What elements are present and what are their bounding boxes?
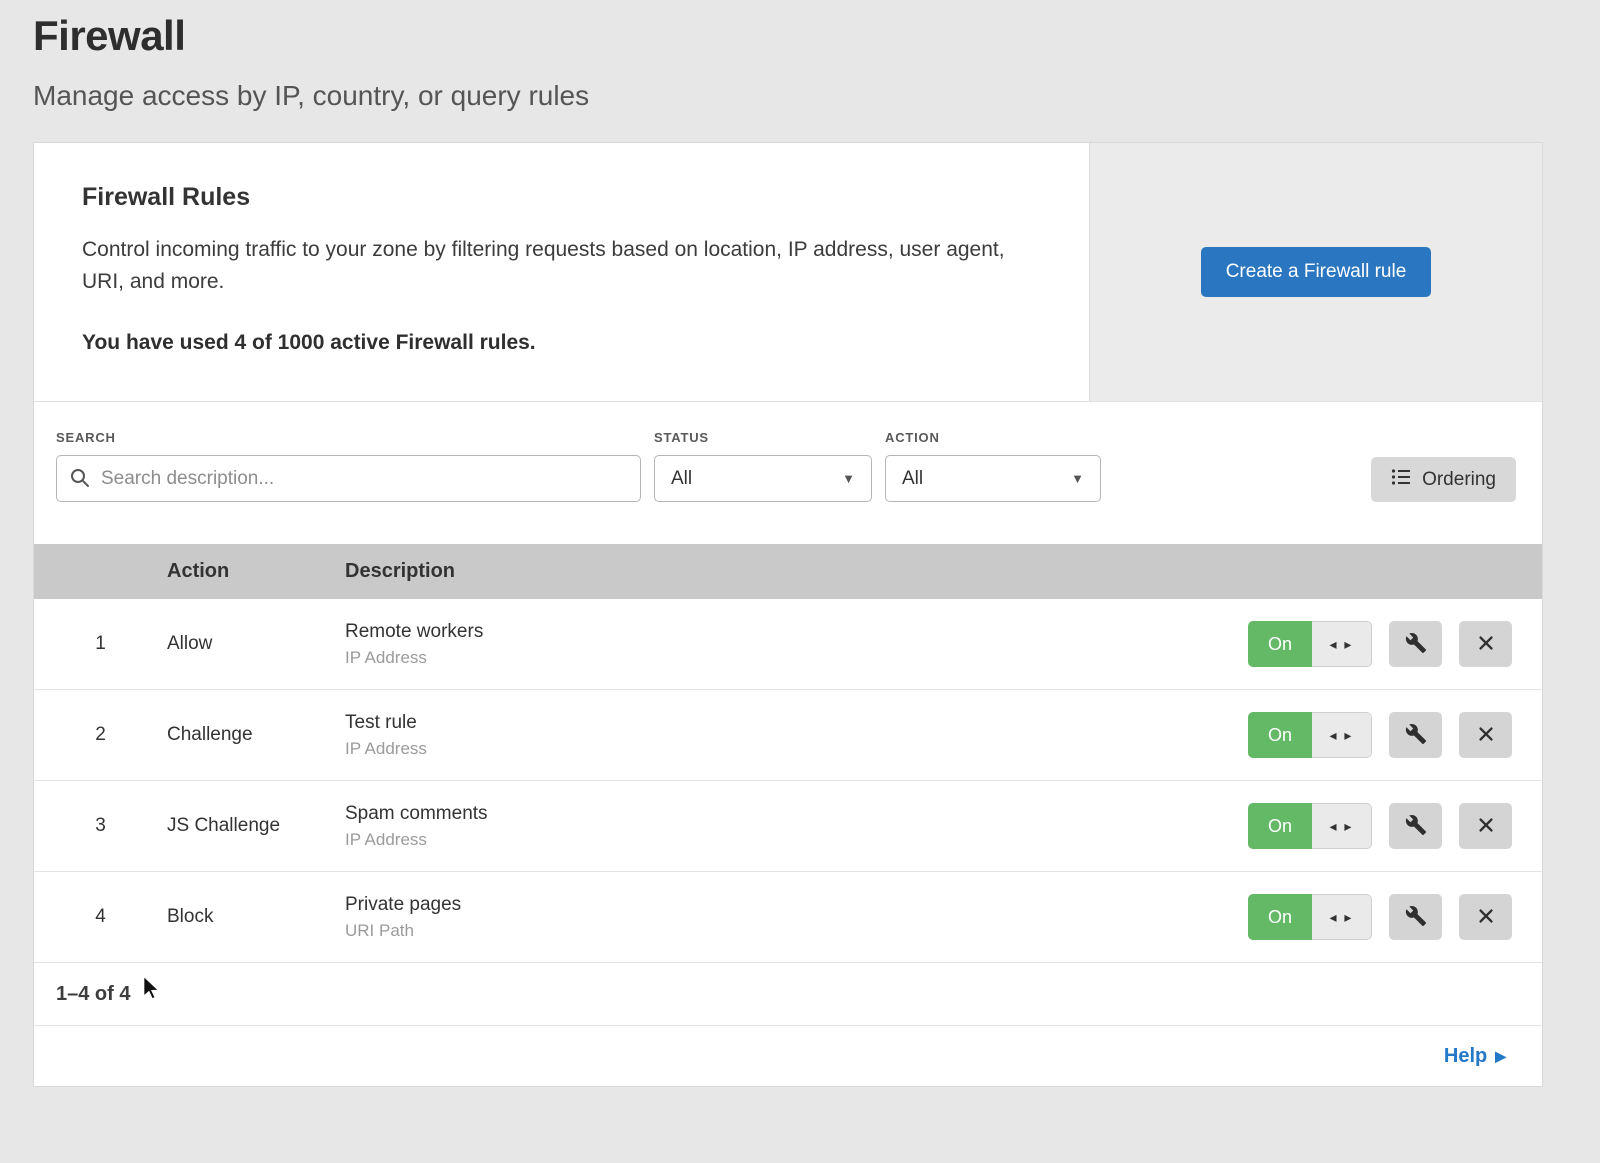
rule-action: JS Challenge [167, 815, 345, 837]
action-field: ACTION All ▼ [885, 430, 1101, 502]
reorder-handle[interactable]: ◂ ▸ [1312, 621, 1372, 667]
rule-description-cell: Test rule IP Address [345, 712, 1212, 759]
reorder-arrows-icon: ◂ ▸ [1330, 818, 1354, 835]
ordering-button[interactable]: Ordering [1371, 457, 1516, 502]
rule-description: Remote workers [345, 621, 1212, 643]
rule-controls: On ◂ ▸ [1212, 894, 1542, 940]
help-link[interactable]: Help ▶ [1444, 1045, 1506, 1068]
rule-match-field: IP Address [345, 830, 1212, 850]
rule-priority: 3 [34, 815, 167, 837]
rule-description-cell: Remote workers IP Address [345, 621, 1212, 668]
close-icon [1476, 724, 1496, 747]
rule-controls: On ◂ ▸ [1212, 803, 1542, 849]
rule-match-field: URI Path [345, 921, 1212, 941]
rule-description-cell: Spam comments IP Address [345, 803, 1212, 850]
table-header: Action Description [34, 544, 1542, 599]
rule-enabled-toggle[interactable]: On [1248, 621, 1312, 667]
card-description: Control incoming traffic to your zone by… [82, 234, 1039, 297]
delete-rule-button[interactable] [1459, 803, 1512, 849]
delete-rule-button[interactable] [1459, 712, 1512, 758]
status-select[interactable]: All ▼ [654, 455, 872, 502]
rule-priority: 1 [34, 633, 167, 655]
action-select[interactable]: All ▼ [885, 455, 1101, 502]
rule-priority: 4 [34, 906, 167, 928]
ordering-button-label: Ordering [1422, 469, 1496, 491]
delete-rule-button[interactable] [1459, 621, 1512, 667]
rule-toggle-group: On ◂ ▸ [1248, 712, 1372, 758]
reorder-arrows-icon: ◂ ▸ [1330, 636, 1354, 653]
rule-controls: On ◂ ▸ [1212, 712, 1542, 758]
description-column-header: Description [345, 560, 1212, 583]
firewall-page: Firewall Manage access by IP, country, o… [0, 0, 1600, 1163]
table-row: 2 Challenge Test rule IP Address On ◂ ▸ [34, 690, 1542, 781]
edit-rule-button[interactable] [1389, 894, 1442, 940]
card-title: Firewall Rules [82, 183, 1039, 212]
rule-enabled-toggle[interactable]: On [1248, 803, 1312, 849]
delete-rule-button[interactable] [1459, 894, 1512, 940]
create-rule-section: Create a Firewall rule [1089, 143, 1542, 401]
rule-action: Challenge [167, 724, 345, 746]
list-icon [1391, 467, 1411, 493]
search-label: SEARCH [56, 430, 641, 445]
wrench-icon [1405, 632, 1427, 657]
search-icon [69, 467, 91, 494]
rule-description: Private pages [345, 894, 1212, 916]
reorder-handle[interactable]: ◂ ▸ [1312, 803, 1372, 849]
create-firewall-rule-button[interactable]: Create a Firewall rule [1201, 247, 1432, 297]
page-title: Firewall [33, 12, 1600, 60]
table-row: 4 Block Private pages URI Path On ◂ ▸ [34, 872, 1542, 963]
rules-summary-section: Firewall Rules Control incoming traffic … [34, 143, 1542, 402]
help-row: Help ▶ [34, 1026, 1542, 1086]
rule-match-field: IP Address [345, 648, 1212, 668]
reorder-arrows-icon: ◂ ▸ [1330, 909, 1354, 926]
action-column-header: Action [167, 560, 345, 583]
table-row: 3 JS Challenge Spam comments IP Address … [34, 781, 1542, 872]
rule-controls: On ◂ ▸ [1212, 621, 1542, 667]
table-row: 1 Allow Remote workers IP Address On ◂ ▸ [34, 599, 1542, 690]
reorder-handle[interactable]: ◂ ▸ [1312, 894, 1372, 940]
rule-toggle-group: On ◂ ▸ [1248, 621, 1372, 667]
search-input[interactable] [56, 455, 641, 502]
rule-action: Block [167, 906, 345, 928]
page-subtitle: Manage access by IP, country, or query r… [33, 80, 1600, 112]
wrench-icon [1405, 723, 1427, 748]
edit-rule-button[interactable] [1389, 803, 1442, 849]
close-icon [1476, 906, 1496, 929]
edit-rule-button[interactable] [1389, 712, 1442, 758]
status-selected-value: All [671, 468, 692, 490]
status-field: STATUS All ▼ [654, 430, 872, 502]
firewall-rules-panel: Firewall Rules Control incoming traffic … [33, 142, 1543, 1087]
close-icon [1476, 815, 1496, 838]
page-header: Firewall Manage access by IP, country, o… [0, 0, 1600, 112]
action-selected-value: All [902, 468, 923, 490]
arrow-right-icon: ▶ [1495, 1048, 1506, 1065]
filters-bar: SEARCH STATUS All ▼ ACTION All [34, 402, 1542, 544]
rules-usage-count: You have used 4 of 1000 active Firewall … [82, 331, 1039, 355]
rule-description: Test rule [345, 712, 1212, 734]
help-link-label: Help [1444, 1045, 1487, 1068]
wrench-icon [1405, 905, 1427, 930]
close-icon [1476, 633, 1496, 656]
chevron-down-icon: ▼ [842, 471, 855, 486]
rule-toggle-group: On ◂ ▸ [1248, 803, 1372, 849]
chevron-down-icon: ▼ [1071, 471, 1084, 486]
rule-description: Spam comments [345, 803, 1212, 825]
reorder-handle[interactable]: ◂ ▸ [1312, 712, 1372, 758]
rule-description-cell: Private pages URI Path [345, 894, 1212, 941]
rule-action: Allow [167, 633, 345, 655]
rules-summary-text: Firewall Rules Control incoming traffic … [34, 143, 1089, 401]
rule-match-field: IP Address [345, 739, 1212, 759]
action-label: ACTION [885, 430, 1101, 445]
wrench-icon [1405, 814, 1427, 839]
rule-enabled-toggle[interactable]: On [1248, 712, 1312, 758]
search-field: SEARCH [56, 430, 641, 502]
edit-rule-button[interactable] [1389, 621, 1442, 667]
reorder-arrows-icon: ◂ ▸ [1330, 727, 1354, 744]
pagination-summary: 1–4 of 4 [34, 963, 1542, 1026]
rule-enabled-toggle[interactable]: On [1248, 894, 1312, 940]
rule-priority: 2 [34, 724, 167, 746]
status-label: STATUS [654, 430, 872, 445]
rule-toggle-group: On ◂ ▸ [1248, 894, 1372, 940]
